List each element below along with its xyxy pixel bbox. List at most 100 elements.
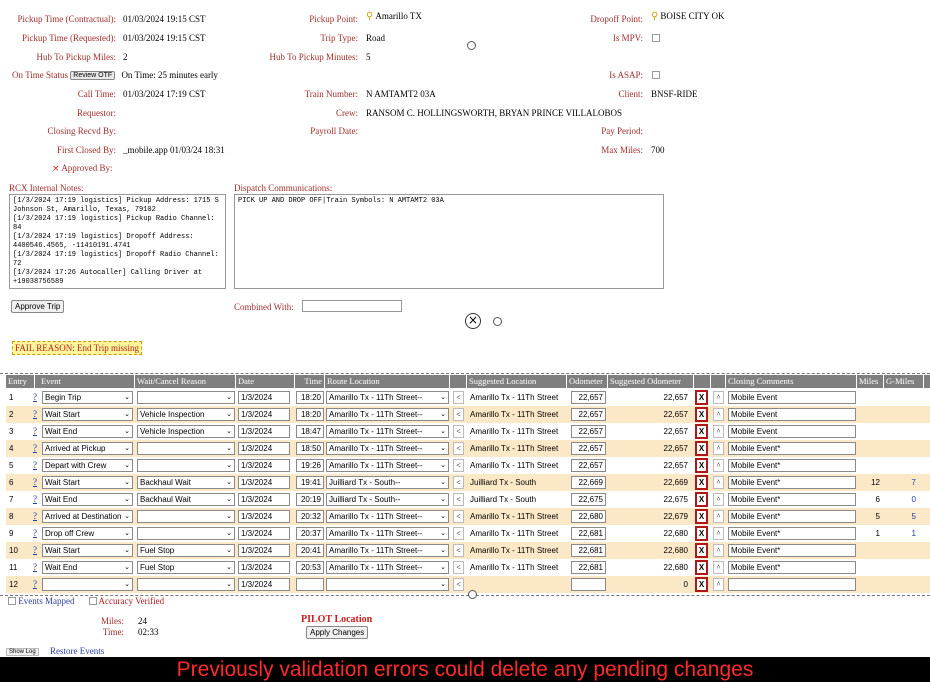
apply-changes-button[interactable]: Apply Changes [306,626,369,639]
closing-comment-input[interactable]: Mobile Event* [728,493,856,506]
review-otf-button[interactable]: Review OTF [70,71,116,80]
time-input[interactable]: 19:26 [296,459,324,472]
route-select[interactable]: Amarillo Tx - 11Th Street-- ⌄ [326,561,449,574]
closing-comment-input[interactable] [728,578,856,591]
delete-row-button[interactable]: X [695,560,708,575]
route-select[interactable]: Amarillo Tx - 11Th Street-- ⌄ [326,425,449,438]
route-select[interactable]: Amarillo Tx - 11Th Street-- ⌄ [326,510,449,523]
copy-location-button[interactable]: < [453,476,464,489]
help-link[interactable]: ? [33,423,41,440]
time-input[interactable]: 20:19 [296,493,324,506]
date-input[interactable]: 1/3/2024 [238,527,290,540]
time-input[interactable]: 20:53 [296,561,324,574]
reason-select[interactable]: Fuel Stop ⌄ [137,544,235,557]
help-link[interactable]: ? [33,406,41,423]
help-link[interactable]: ? [33,389,41,406]
event-select[interactable]: Arrived at Destination ⌄ [42,510,133,523]
odometer-input[interactable]: 22,681 [571,527,606,540]
delete-row-button[interactable]: X [695,577,708,592]
date-input[interactable]: 1/3/2024 [238,510,290,523]
move-up-button[interactable]: ^ [713,561,724,574]
closing-comment-input[interactable]: Mobile Event* [728,510,856,523]
time-input[interactable]: 18:20 [296,408,324,421]
route-select[interactable]: Amarillo Tx - 11Th Street-- ⌄ [326,391,449,404]
event-select[interactable]: Arrived at Pickup ⌄ [42,442,133,455]
copy-location-button[interactable]: < [453,510,464,523]
delete-row-button[interactable]: X [695,526,708,541]
reason-select[interactable]: ⌄ [137,527,235,540]
closing-comment-input[interactable]: Mobile Event* [728,561,856,574]
date-input[interactable]: 1/3/2024 [238,493,290,506]
delete-row-button[interactable]: X [695,458,708,473]
event-select[interactable]: Wait Start ⌄ [42,544,133,557]
odometer-input[interactable]: 22,657 [571,391,606,404]
odometer-input[interactable]: 22,657 [571,408,606,421]
copy-location-button[interactable]: < [453,578,464,591]
event-select[interactable]: Wait Start ⌄ [42,408,133,421]
is-asap-checkbox[interactable] [652,71,660,79]
reason-select[interactable]: Vehicle Inspection ⌄ [137,408,235,421]
odometer-input[interactable]: 22,657 [571,459,606,472]
odometer-input[interactable]: 22,680 [571,510,606,523]
help-link[interactable]: ? [33,508,41,525]
event-select[interactable]: Wait Start ⌄ [42,476,133,489]
reason-select[interactable]: Vehicle Inspection ⌄ [137,425,235,438]
reason-select[interactable]: ⌄ [137,459,235,472]
date-input[interactable]: 1/3/2024 [238,391,290,404]
route-select[interactable]: Juilliard Tx - South-- ⌄ [326,493,449,506]
time-input[interactable] [296,578,324,591]
help-link[interactable]: ? [33,559,41,576]
copy-location-button[interactable]: < [453,544,464,557]
odometer-input[interactable]: 22,669 [571,476,606,489]
delete-row-button[interactable]: X [695,492,708,507]
move-up-button[interactable]: ^ [713,425,724,438]
delete-row-button[interactable]: X [695,390,708,405]
odometer-input[interactable] [571,578,606,591]
help-link[interactable]: ? [33,525,41,542]
route-select[interactable]: Amarillo Tx - 11Th Street-- ⌄ [326,527,449,540]
copy-location-button[interactable]: < [453,408,464,421]
event-select[interactable]: Wait End ⌄ [42,493,133,506]
move-up-button[interactable]: ^ [713,510,724,523]
copy-location-button[interactable]: < [453,425,464,438]
date-input[interactable]: 1/3/2024 [238,442,290,455]
move-up-button[interactable]: ^ [713,493,724,506]
copy-location-button[interactable]: < [453,561,464,574]
move-up-button[interactable]: ^ [713,544,724,557]
odometer-input[interactable]: 22,657 [571,425,606,438]
help-link[interactable]: ? [33,440,41,457]
move-up-button[interactable]: ^ [713,578,724,591]
date-input[interactable]: 1/3/2024 [238,544,290,557]
combined-with-input[interactable] [302,300,402,312]
route-select[interactable]: ⌄ [326,578,449,591]
close-circle-icon[interactable]: × [465,313,481,329]
date-input[interactable]: 1/3/2024 [238,561,290,574]
help-link[interactable]: ? [33,491,41,508]
time-input[interactable]: 19:41 [296,476,324,489]
reason-select[interactable]: Backhaul Wait ⌄ [137,493,235,506]
reason-select[interactable]: ⌄ [137,578,235,591]
time-input[interactable]: 18:50 [296,442,324,455]
copy-location-button[interactable]: < [453,459,464,472]
time-input[interactable]: 18:47 [296,425,324,438]
route-select[interactable]: Amarillo Tx - 11Th Street-- ⌄ [326,442,449,455]
dispatch-comm-textarea[interactable] [234,194,664,289]
help-link[interactable]: ? [33,576,41,593]
closing-comment-input[interactable]: Mobile Event* [728,544,856,557]
route-select[interactable]: Amarillo Tx - 11Th Street-- ⌄ [326,408,449,421]
closing-comment-input[interactable]: Mobile Event [728,391,856,404]
map-pin-icon[interactable]: ⚲ [651,11,658,22]
show-log-button[interactable]: Show Log [6,648,39,656]
route-select[interactable]: Amarillo Tx - 11Th Street-- ⌄ [326,544,449,557]
copy-location-button[interactable]: < [453,527,464,540]
copy-location-button[interactable]: < [453,391,464,404]
accuracy-verified-checkbox[interactable] [88,597,97,605]
date-input[interactable]: 1/3/2024 [238,578,290,591]
help-link[interactable]: ? [33,457,41,474]
copy-location-button[interactable]: < [453,442,464,455]
closing-comment-input[interactable]: Mobile Event [728,425,856,438]
closing-comment-input[interactable]: Mobile Event [728,408,856,421]
event-select[interactable]: Wait End ⌄ [42,561,133,574]
delete-row-button[interactable]: X [695,509,708,524]
reason-select[interactable]: ⌄ [137,510,235,523]
